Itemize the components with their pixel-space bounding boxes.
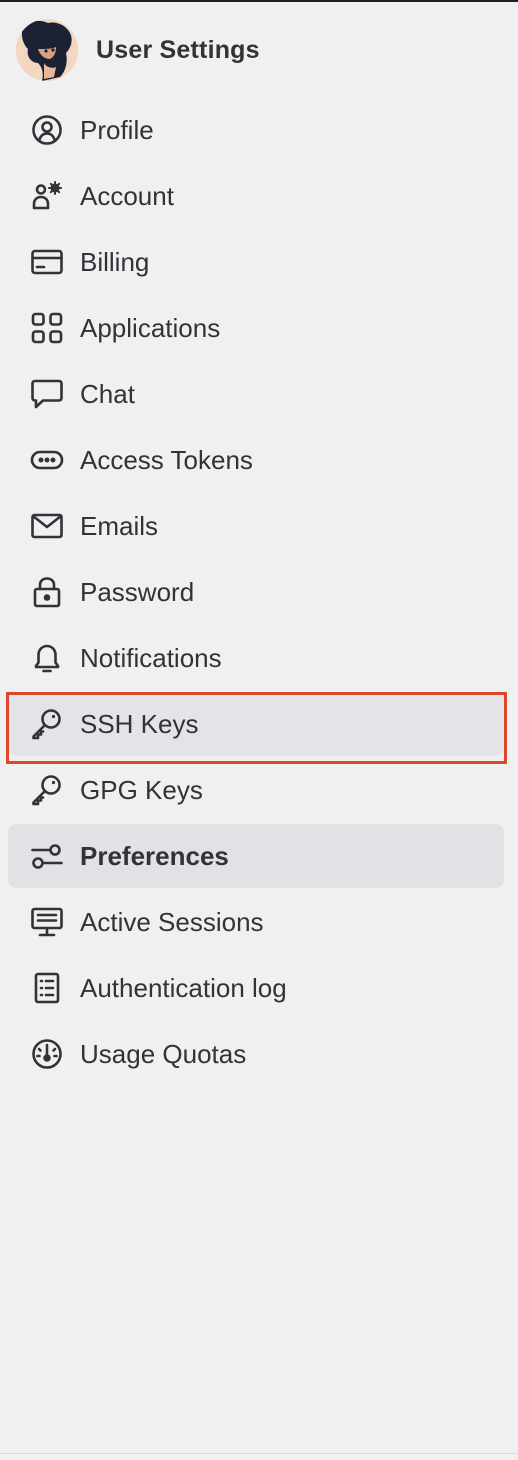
preferences-icon [30, 839, 64, 873]
nav-label: Applications [80, 312, 221, 343]
log-icon [30, 971, 64, 1005]
billing-icon [30, 245, 64, 279]
nav-item-ssh-keys[interactable]: SSH Keys [6, 692, 507, 764]
key-icon [30, 707, 64, 741]
chat-icon [30, 377, 64, 411]
applications-icon [30, 311, 64, 345]
bell-icon [30, 641, 64, 675]
gauge-icon [30, 1037, 64, 1071]
nav-item-usage-quotas[interactable]: Usage Quotas [8, 1022, 504, 1086]
nav-label: Active Sessions [80, 906, 264, 937]
nav-item-applications[interactable]: Applications [8, 296, 504, 360]
mail-icon [30, 509, 64, 543]
profile-icon [30, 113, 64, 147]
nav-label: Preferences [80, 840, 229, 871]
monitor-icon [30, 905, 64, 939]
nav-item-password[interactable]: Password [8, 560, 504, 624]
sidebar-header: User Settings [16, 18, 260, 82]
nav-label: Account [80, 180, 174, 211]
nav-label: SSH Keys [80, 708, 199, 739]
nav-item-chat[interactable]: Chat [8, 362, 504, 426]
page-title: User Settings [96, 35, 260, 64]
avatar[interactable] [16, 19, 78, 81]
nav-item-account[interactable]: Account [8, 164, 504, 228]
nav-item-active-sessions[interactable]: Active Sessions [8, 890, 504, 954]
nav-label: Usage Quotas [80, 1038, 247, 1069]
nav-label: Notifications [80, 642, 222, 673]
nav-item-billing[interactable]: Billing [8, 230, 504, 294]
nav-item-profile[interactable]: Profile [8, 98, 504, 162]
nav-label: Profile [80, 114, 154, 145]
nav-item-notifications[interactable]: Notifications [8, 626, 504, 690]
nav-item-gpg-keys[interactable]: GPG Keys [8, 758, 504, 822]
nav-label: Password [80, 576, 195, 607]
nav-item-access-tokens[interactable]: Access Tokens [8, 428, 504, 492]
token-icon [30, 443, 64, 477]
key-icon [30, 773, 64, 807]
nav-label: Access Tokens [80, 444, 253, 475]
nav-item-authentication-log[interactable]: Authentication log [8, 956, 504, 1020]
account-icon [30, 179, 64, 213]
nav-label: Billing [80, 246, 150, 277]
lock-icon [30, 575, 64, 609]
nav-item-emails[interactable]: Emails [8, 494, 504, 558]
nav-label: Emails [80, 510, 159, 541]
nav-label: GPG Keys [80, 774, 203, 805]
top-border [0, 0, 518, 2]
settings-nav: Profile Account Billing Applications Cha… [6, 98, 507, 1088]
nav-item-preferences[interactable]: Preferences [8, 824, 504, 888]
nav-label: Authentication log [80, 972, 287, 1003]
nav-label: Chat [80, 378, 135, 409]
bottom-border [0, 1453, 518, 1454]
